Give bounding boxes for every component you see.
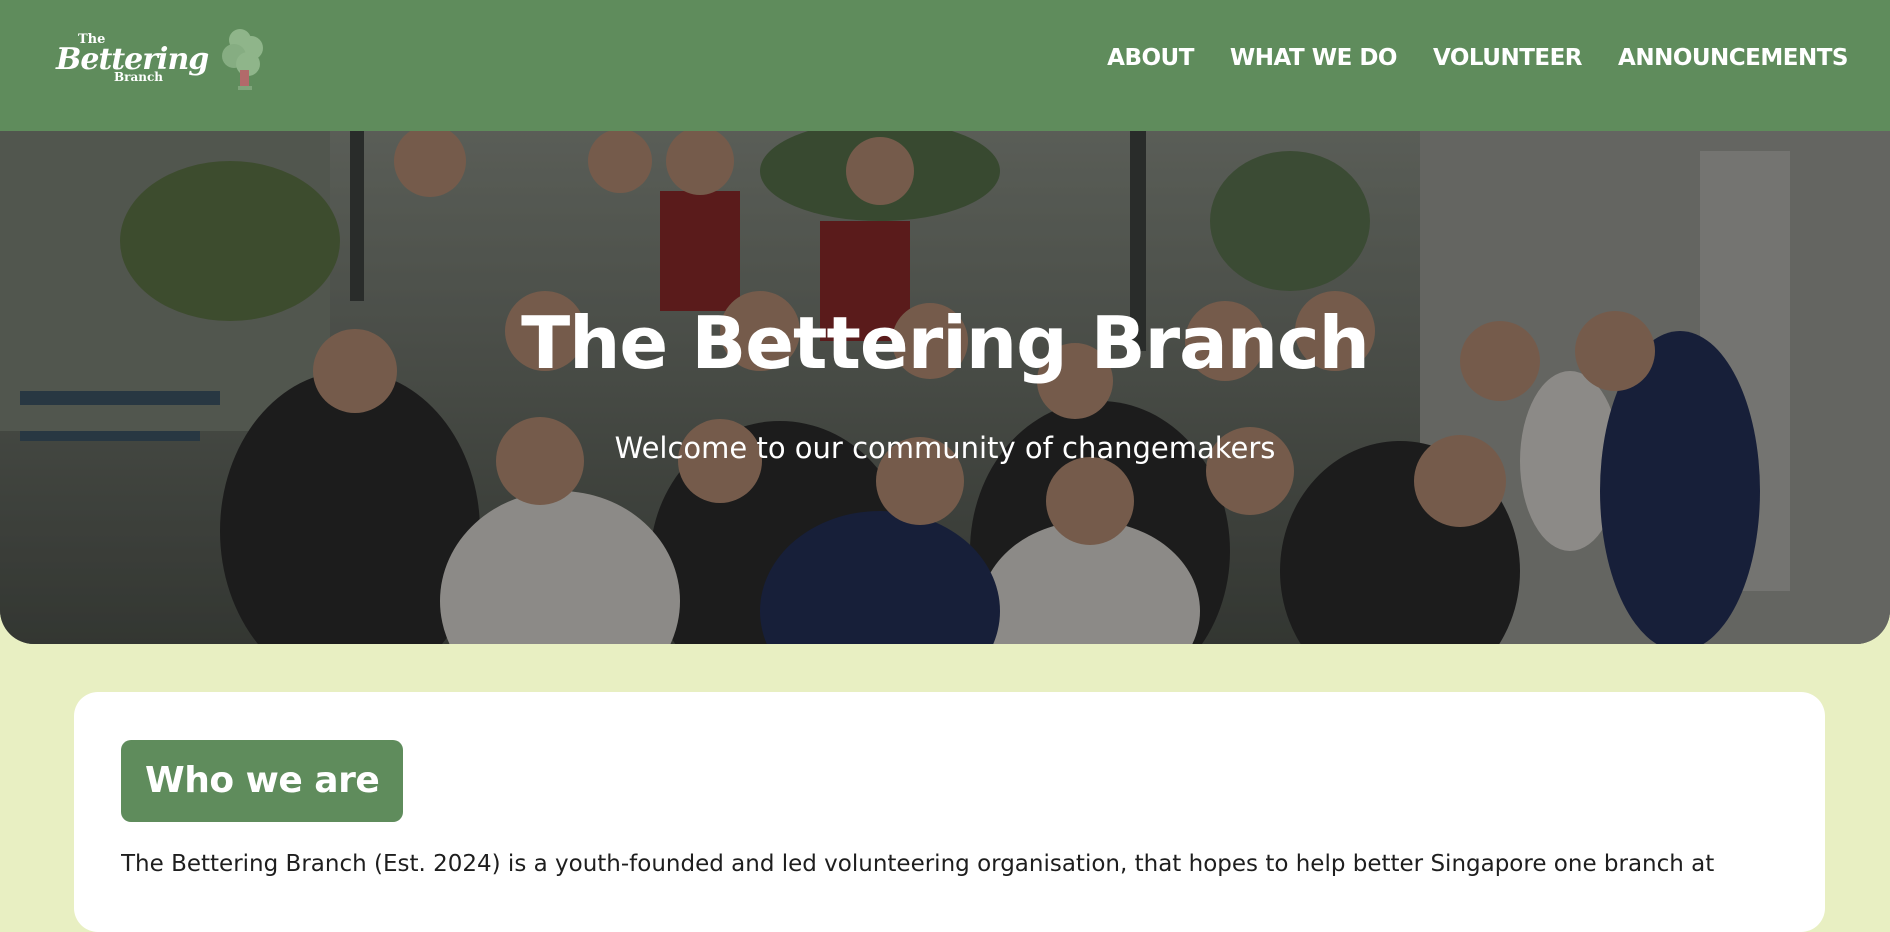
group-photo [0, 131, 1890, 644]
nav-about[interactable]: ABOUT [1107, 45, 1194, 71]
nav-what-we-do[interactable]: WHAT WE DO [1230, 45, 1398, 71]
nav-volunteer[interactable]: VOLUNTEER [1433, 45, 1583, 71]
main-nav: ABOUT WHAT WE DO VOLUNTEER ANNOUNCEMENTS [1107, 45, 1848, 71]
site-logo[interactable]: The Bettering Branch [56, 30, 209, 90]
tree-icon [222, 29, 263, 90]
hero-banner: The Bettering Branch Welcome to our comm… [0, 131, 1890, 644]
hero-subtitle: Welcome to our community of changemakers [614, 431, 1276, 465]
who-we-are-heading: Who we are [121, 740, 404, 822]
nav-announcements[interactable]: ANNOUNCEMENTS [1618, 45, 1848, 71]
hero-title: The Bettering Branch [521, 301, 1370, 385]
about-card: Who we are The Bettering Branch (Est. 20… [74, 692, 1825, 932]
logo-branch: Branch [114, 70, 163, 84]
about-description: The Bettering Branch (Est. 2024) is a yo… [121, 851, 1715, 877]
site-header: The Bettering Branch ABOUT WHAT WE DO VO… [0, 0, 1890, 131]
